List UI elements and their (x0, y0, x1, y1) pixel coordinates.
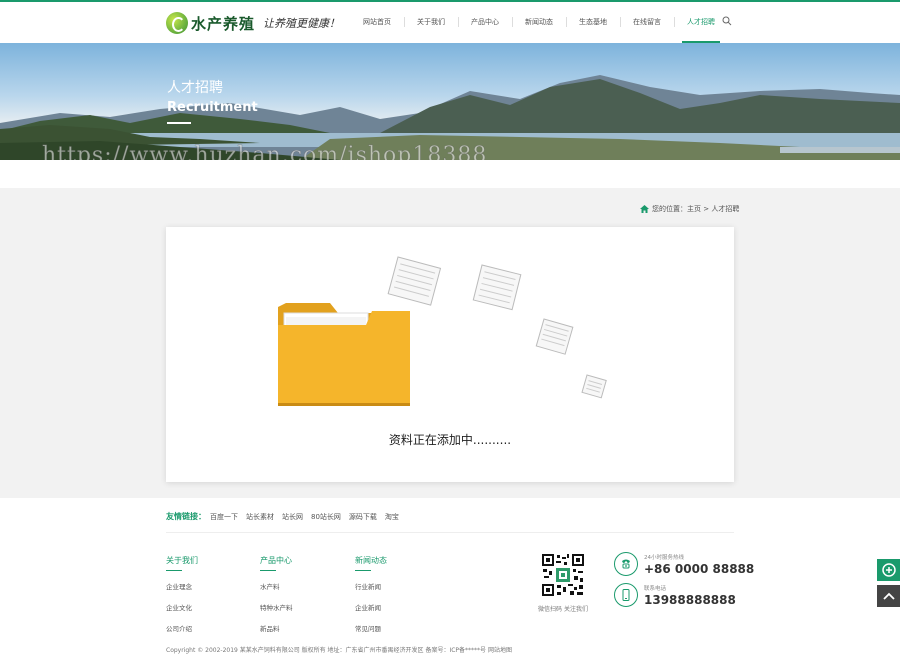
nav-recruitment[interactable]: 人才招聘 (674, 2, 728, 43)
site-logo[interactable]: 水产养殖 让养殖更健康！ (166, 11, 340, 35)
empty-message: 资料正在添加中.......... (388, 433, 512, 447)
footer-link[interactable]: 水产料 (260, 581, 293, 591)
footer-link[interactable]: 企业新闻 (355, 602, 387, 612)
arrow-up-icon (882, 592, 895, 600)
banner-title: 人才招聘 (167, 80, 223, 96)
back-to-top-button[interactable] (877, 585, 900, 607)
footer-link[interactable]: 特种水产料 (260, 602, 293, 612)
watermark-text: https://www.huzhan.com/ishop18388 (42, 143, 488, 160)
site-header: 水产养殖 让养殖更健康！ 网站首页 关于我们 产品中心 新闻动态 生态基地 在线… (0, 2, 900, 43)
copyright-text: Copyright © 2002-2019 某某水产饲料有限公司 版权所有 地址… (166, 647, 512, 654)
logo-icon (166, 12, 188, 34)
footer-column-underline (166, 570, 182, 571)
footer-column-news: 新闻动态 行业新闻 企业新闻 常见问题 (355, 555, 387, 644)
footer-link[interactable]: 企业文化 (166, 602, 198, 612)
footer-link[interactable]: 企业理念 (166, 581, 198, 591)
search-icon[interactable] (722, 16, 732, 26)
content-card: 资料正在添加中.......... (166, 227, 734, 482)
phone-icon (614, 552, 638, 576)
friend-link[interactable]: 站长网 (282, 512, 303, 522)
footer-column-title[interactable]: 产品中心 (260, 555, 293, 566)
hotline-number: +86 0000 88888 (644, 561, 755, 576)
friend-links-label: 友情链接： (166, 512, 206, 521)
main-nav: 网站首页 关于我们 产品中心 新闻动态 生态基地 在线留言 人才招聘 (350, 2, 728, 43)
nav-about[interactable]: 关于我们 (404, 2, 458, 43)
friend-link[interactable]: 源码下载 (349, 512, 377, 522)
qr-code-icon (541, 553, 585, 597)
side-consult-button[interactable] (877, 559, 900, 581)
banner-subtitle: Recruitment (167, 100, 258, 115)
friend-link[interactable]: 淘宝 (385, 512, 399, 522)
footer-link[interactable]: 公司介绍 (166, 623, 198, 633)
mobile-number: 13988888888 (644, 592, 736, 607)
hotline-label: 24小时服务热线 (644, 554, 684, 561)
breadcrumb-text[interactable]: 您的位置：主页 > 人才招聘 (652, 204, 739, 214)
folder-icon (278, 256, 607, 406)
footer-link[interactable]: 新品料 (260, 623, 293, 633)
footer-divider (166, 532, 734, 533)
footer-link[interactable]: 常见问题 (355, 623, 387, 633)
footer-column-underline (260, 570, 276, 571)
mobile-icon (614, 583, 638, 607)
friend-links: 友情链接： 百度一下 站长素材 站长网 80站长网 源码下载 淘宝 (166, 511, 407, 522)
plus-circle-icon (881, 563, 896, 577)
nav-home[interactable]: 网站首页 (350, 2, 404, 43)
friend-link[interactable]: 站长素材 (246, 512, 274, 522)
footer-column-about: 关于我们 企业理念 企业文化 公司介绍 (166, 555, 198, 644)
breadcrumb: 您的位置：主页 > 人才招聘 (640, 204, 739, 214)
home-icon (640, 205, 649, 213)
footer-column-title[interactable]: 新闻动态 (355, 555, 387, 566)
friend-link[interactable]: 80站长网 (311, 512, 341, 522)
nav-message[interactable]: 在线留言 (620, 2, 674, 43)
logo-name: 水产养殖 (191, 14, 256, 33)
footer-column-title[interactable]: 关于我们 (166, 555, 198, 566)
hotline-block: 24小时服务热线 +86 0000 88888 (614, 552, 754, 576)
nav-base[interactable]: 生态基地 (566, 2, 620, 43)
mobile-label: 联系电话 (644, 585, 667, 592)
page-banner: 人才招聘 Recruitment https://www.huzhan.com/… (0, 43, 900, 160)
nav-news[interactable]: 新闻动态 (512, 2, 566, 43)
mobile-block: 联系电话 13988888888 (614, 583, 736, 607)
logo-slogan: 让养殖更健康！ (263, 17, 341, 30)
friend-link[interactable]: 百度一下 (210, 512, 238, 522)
banner-spacer (0, 160, 900, 188)
footer-column-underline (355, 570, 371, 571)
banner-underline (167, 122, 191, 124)
footer-link[interactable]: 行业新闻 (355, 581, 387, 591)
qr-caption: 微信扫码 关注我们 (538, 606, 588, 613)
nav-products[interactable]: 产品中心 (458, 2, 512, 43)
footer-column-products: 产品中心 水产料 特种水产料 新品料 (260, 555, 293, 644)
